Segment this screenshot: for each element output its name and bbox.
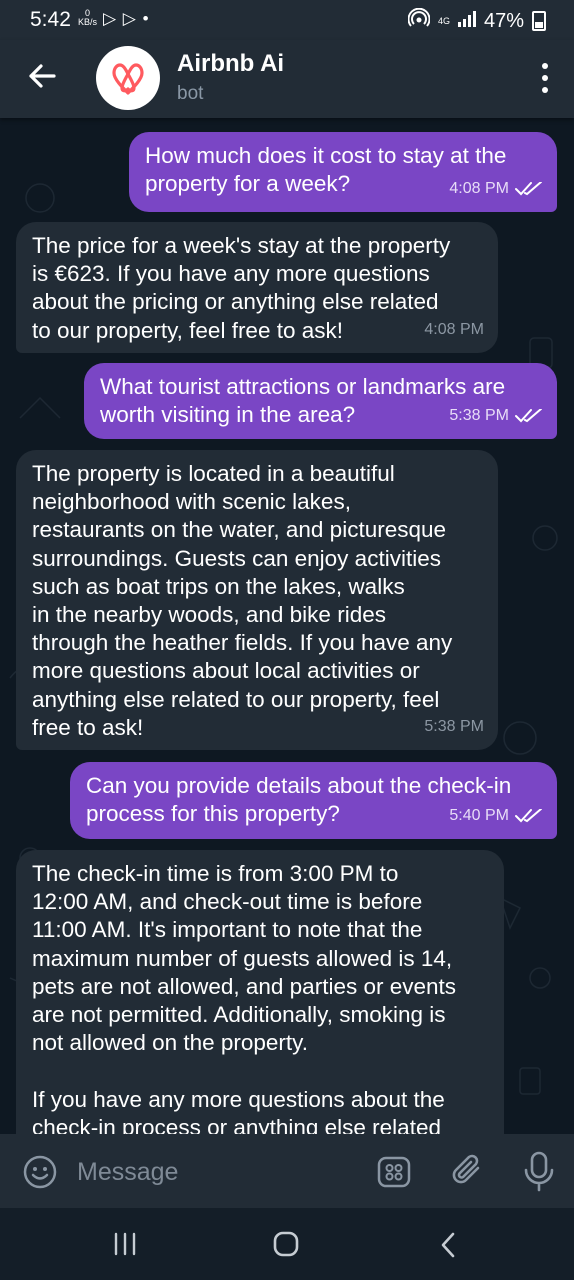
airbnb-logo-icon — [112, 63, 144, 95]
signal-icon — [457, 10, 476, 33]
back-arrow-icon[interactable] — [24, 58, 60, 94]
status-bar: 5:42 0 KB/s ▷ ▷ • 4G 47% — [0, 0, 574, 40]
message-text: The check-in time is from 3:00 PM to 12:… — [32, 861, 457, 1134]
home-icon[interactable] — [272, 1230, 300, 1258]
hotspot-icon — [407, 7, 431, 34]
message-bubble-outgoing[interactable]: How much does it cost to stay at the pro… — [129, 132, 557, 212]
battery-percent: 47% — [483, 9, 524, 32]
chat-header: Airbnb Ai bot — [0, 40, 574, 118]
recent-apps-icon[interactable] — [112, 1232, 138, 1256]
message-time: 4:08 PM — [424, 320, 484, 338]
message-bubble-incoming[interactable]: The property is located in a beautiful n… — [16, 450, 498, 750]
message-time: 4:08 PM — [449, 179, 509, 197]
message-text: The price for a week's stay at the prope… — [32, 233, 451, 343]
chat-subtitle: bot — [177, 83, 204, 104]
system-nav-bar — [0, 1208, 574, 1280]
read-receipt-icon — [515, 808, 542, 823]
message-text: The property is located in a beautiful n… — [32, 461, 453, 740]
message-meta: 4:08 PM — [449, 175, 543, 203]
network-type: 4G — [437, 15, 450, 26]
message-input[interactable] — [75, 1154, 369, 1190]
message-composer — [0, 1134, 574, 1208]
emoji-icon[interactable] — [22, 1154, 58, 1190]
message-bubble-outgoing[interactable]: What tourist attractions or landmarks ar… — [84, 363, 557, 439]
read-receipt-icon — [515, 408, 542, 423]
attach-icon[interactable] — [450, 1152, 486, 1190]
chat-area[interactable]: How much does it cost to stay at the pro… — [0, 118, 574, 1134]
battery-icon — [532, 11, 546, 31]
message-meta: 5:40 PM — [449, 802, 543, 830]
message-meta: 4:08 PM — [424, 316, 484, 344]
chat-title: Airbnb Ai — [177, 50, 285, 77]
avatar[interactable] — [96, 46, 160, 110]
message-time: 5:38 PM — [449, 406, 509, 424]
message-bubble-incoming[interactable]: The check-in time is from 3:00 PM to 12:… — [16, 850, 504, 1134]
message-meta: 5:38 PM — [424, 713, 484, 741]
message-meta: 5:38 PM — [449, 402, 543, 430]
more-options-icon[interactable] — [540, 62, 550, 94]
nav-back-icon[interactable] — [440, 1232, 456, 1258]
message-time: 5:38 PM — [424, 717, 484, 735]
message-bubble-outgoing[interactable]: Can you provide details about the check-… — [70, 762, 557, 839]
microphone-icon[interactable] — [522, 1150, 556, 1192]
message-bubble-incoming[interactable]: The price for a week's stay at the prope… — [16, 222, 498, 353]
message-time: 5:40 PM — [449, 806, 509, 824]
data-speed-indicator: 0 KB/s — [78, 8, 98, 27]
bot-commands-icon[interactable] — [376, 1154, 412, 1190]
status-time: 5:42 — [30, 8, 71, 31]
read-receipt-icon — [515, 181, 542, 196]
notification-icons: ▷ ▷ • — [103, 9, 150, 28]
